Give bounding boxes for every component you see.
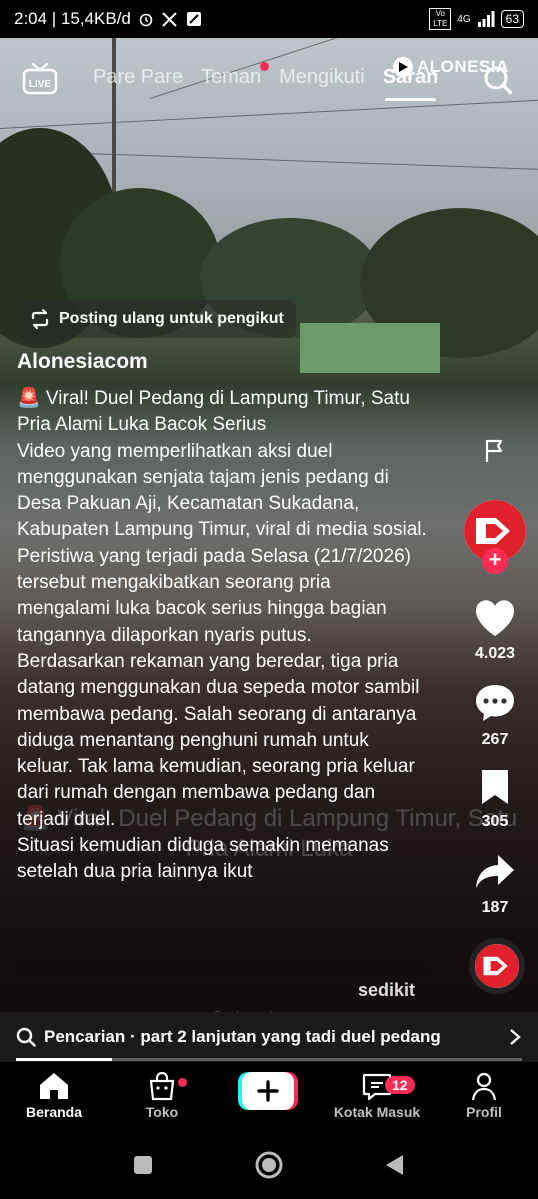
caption-paragraph: Peristiwa yang terjadi pada Selasa (21/7… — [17, 545, 411, 646]
nav-shop[interactable]: Toko — [112, 1070, 212, 1120]
tab-mengikuti[interactable]: Mengikuti — [279, 66, 365, 89]
comment-icon — [476, 685, 514, 721]
caption-paragraph: 🚨 Viral! Duel Pedang di Lampung Timur, S… — [17, 388, 410, 436]
shop-notification-dot — [178, 1078, 187, 1087]
system-navigation-bar — [0, 1130, 538, 1199]
bookmark-icon — [482, 770, 508, 804]
follow-button[interactable]: + — [482, 548, 508, 574]
post-caption[interactable]: 🚨 Viral! Duel Pedang di Lampung Timur, S… — [17, 386, 427, 974]
x-icon — [161, 10, 179, 28]
like-count: 4.023 — [474, 645, 516, 662]
caption-paragraph: Situasi kemudian diduga semakin memanas … — [17, 835, 389, 883]
nav-profile[interactable]: Profil — [434, 1070, 534, 1120]
nav-home-label: Beranda — [25, 1104, 83, 1120]
back-triangle-icon — [386, 1155, 403, 1175]
live-button[interactable]: LIVE — [22, 60, 58, 96]
live-label: LIVE — [29, 79, 52, 90]
comment-count: 267 — [481, 731, 509, 748]
battery-indicator: 63 — [500, 10, 524, 28]
tab-teman[interactable]: Teman — [201, 62, 270, 89]
nav-profile-label: Profil — [466, 1104, 502, 1120]
home-system-button[interactable] — [254, 1150, 284, 1180]
bottom-navigation: Beranda Toko Kotak Masuk 12 Profil — [0, 1062, 538, 1130]
brand-logo-icon — [393, 57, 413, 77]
repost-icon — [31, 309, 49, 329]
share-button[interactable]: 187 — [460, 852, 530, 917]
green-house-wall — [300, 323, 440, 373]
nav-inbox[interactable]: Kotak Masuk 12 — [327, 1070, 427, 1120]
share-arrow-icon — [476, 855, 514, 888]
heart-icon — [475, 600, 515, 636]
search-button[interactable] — [482, 64, 514, 96]
author-name[interactable]: Alonesiacom — [17, 350, 148, 374]
network-type: 4G — [457, 13, 471, 25]
video-progress-bar[interactable] — [16, 1058, 522, 1061]
nav-shop-label: Toko — [145, 1104, 179, 1120]
sound-disc-logo-icon — [475, 944, 519, 988]
feed-tabs: Pare Pare Teman Mengikuti Saran — [93, 62, 438, 101]
shopping-bag-icon — [112, 1070, 212, 1102]
creator-avatar-button[interactable]: + — [460, 500, 530, 574]
like-button[interactable]: 4.023 — [460, 598, 530, 663]
repost-label: Posting ulang untuk pengikut — [59, 310, 284, 327]
status-time: 2:04 | 15,4KB/d — [14, 9, 131, 28]
flag-icon — [485, 439, 503, 462]
caption-fade — [17, 950, 427, 976]
inbox-badge: 12 — [385, 1076, 415, 1094]
status-bar: 2:04 | 15,4KB/d Vo LTE 4G 63 — [0, 0, 538, 38]
tab-pare-pare[interactable]: Pare Pare — [93, 66, 183, 89]
nav-inbox-label: Kotak Masuk — [333, 1104, 421, 1120]
repost-indicator[interactable]: Posting ulang untuk pengikut — [17, 300, 296, 338]
home-circle-icon — [255, 1151, 283, 1179]
live-tv-icon: LIVE — [22, 62, 58, 95]
volte-icon: Vo LTE — [429, 8, 452, 30]
nav-home[interactable]: Beranda — [4, 1070, 104, 1120]
alarm-icon — [137, 10, 155, 28]
share-count: 187 — [481, 899, 509, 916]
plus-icon — [238, 1072, 298, 1110]
recents-button[interactable] — [130, 1152, 156, 1178]
tab-notification-dot — [260, 62, 270, 71]
video-progress-fill — [16, 1058, 113, 1061]
search-icon — [16, 1027, 36, 1047]
sound-disc — [469, 938, 525, 994]
caption-paragraph: Video yang memperlihatkan aksi duel meng… — [17, 440, 427, 541]
comment-button[interactable]: 267 — [460, 682, 530, 749]
bookmark-button[interactable]: 305 — [460, 768, 530, 831]
recents-icon — [134, 1156, 152, 1174]
search-suggestion-text: Pencarian · part 2 lanjutan yang tadi du… — [44, 1027, 441, 1046]
app-notification-icon — [185, 10, 203, 28]
back-button[interactable] — [382, 1152, 408, 1178]
see-less-link[interactable]: sedikit — [358, 980, 415, 1001]
search-icon — [484, 66, 513, 95]
search-suggestion-bar[interactable]: Pencarian · part 2 lanjutan yang tadi du… — [0, 1012, 538, 1062]
bookmark-count: 305 — [481, 813, 509, 830]
sound-disc-button[interactable] — [460, 938, 530, 994]
top-navigation: LIVE Pare Pare Teman Mengikuti Saran ALONES… — [0, 56, 538, 106]
profile-icon — [434, 1070, 534, 1102]
report-button[interactable] — [460, 438, 530, 469]
chevron-right-icon — [510, 1029, 521, 1045]
home-icon — [4, 1070, 104, 1102]
create-button[interactable] — [238, 1072, 298, 1110]
signal-icon — [477, 10, 495, 28]
caption-paragraph: Berdasarkan rekaman yang beredar, tiga p… — [17, 650, 420, 830]
